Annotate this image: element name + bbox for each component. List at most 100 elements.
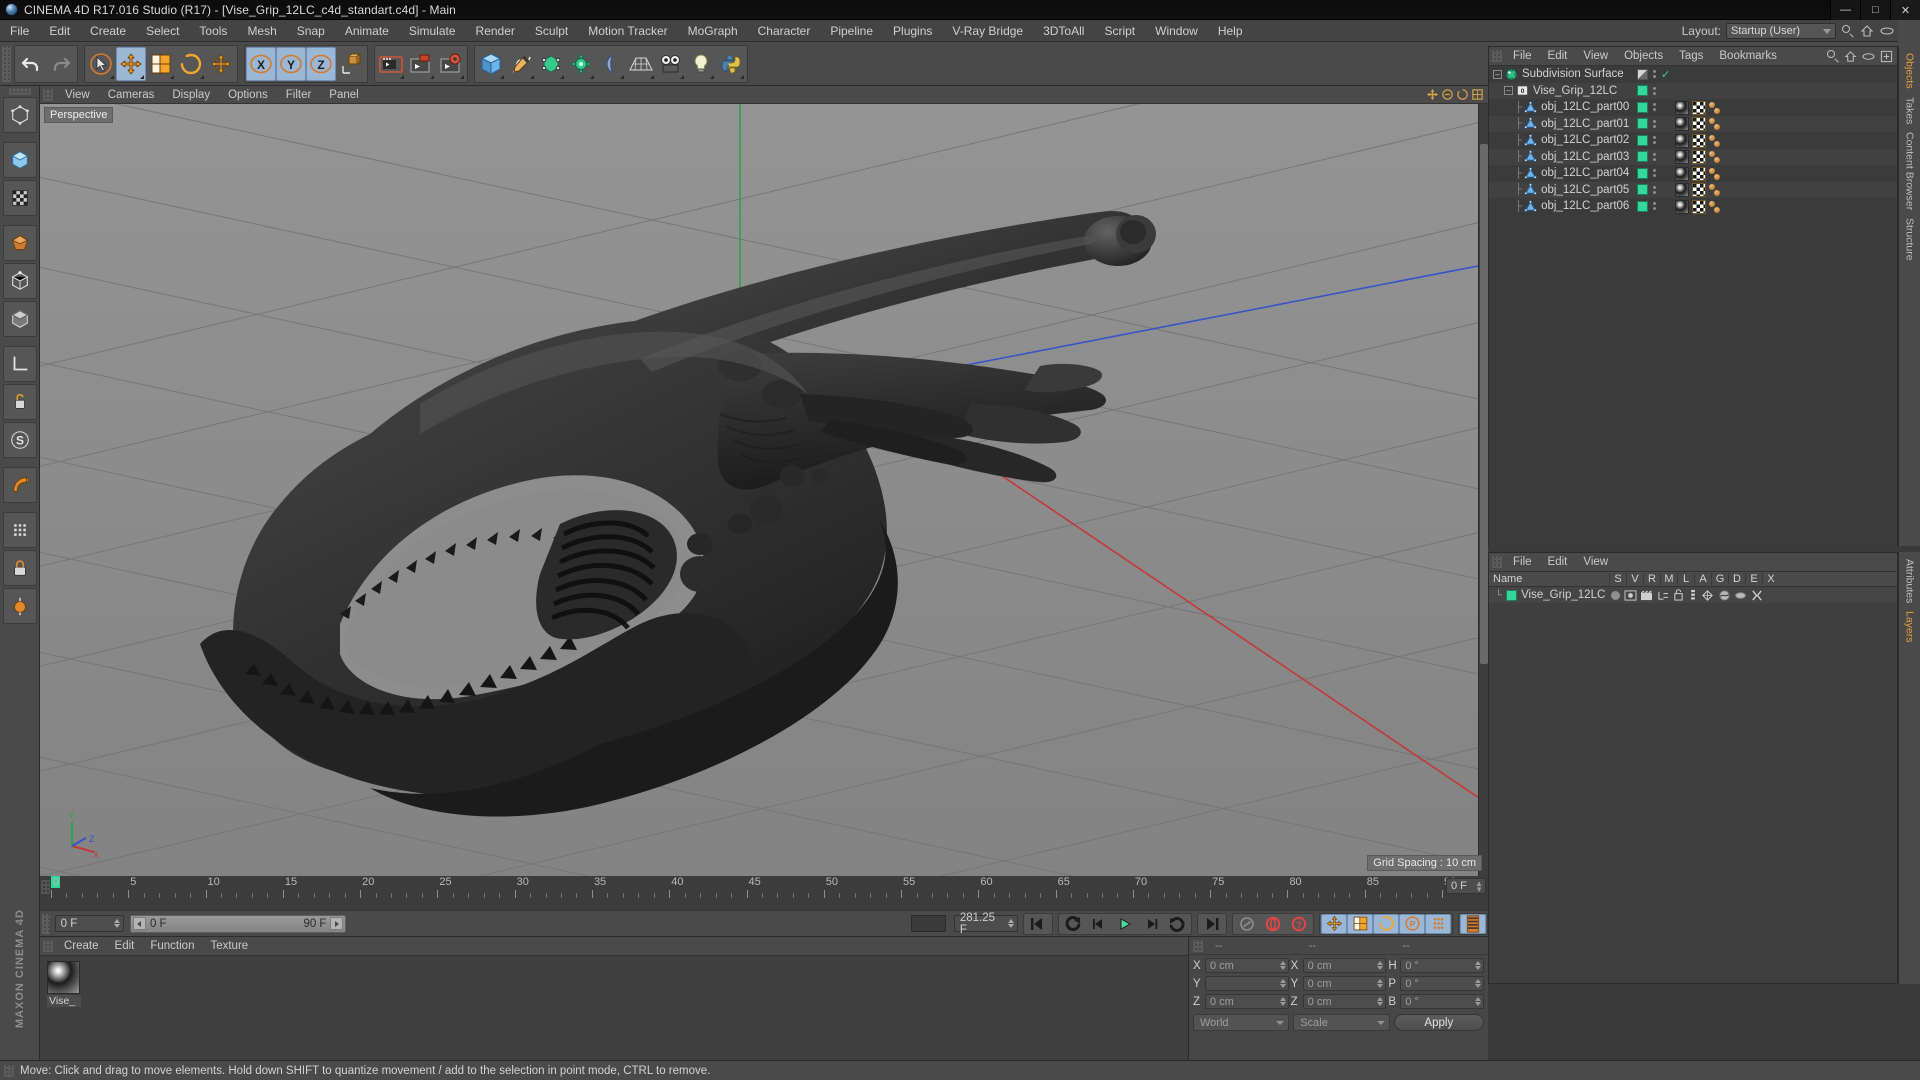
tree-expander-icon[interactable]: –: [1504, 86, 1513, 96]
fps-field[interactable]: 281.25 F: [953, 912, 1019, 936]
keyframe-help-button[interactable]: ?: [1286, 914, 1312, 934]
lock-x-axis-button[interactable]: X: [246, 46, 276, 81]
object-add-panel-icon[interactable]: [1880, 50, 1893, 63]
material-tag-icon[interactable]: [1675, 117, 1689, 131]
layer-render-icon[interactable]: [1640, 590, 1653, 601]
lock-z-axis-button[interactable]: Z: [306, 46, 336, 81]
move-axis-button[interactable]: [206, 47, 236, 81]
edges-mode-button[interactable]: [2, 263, 37, 299]
material-tag-icon[interactable]: [1675, 133, 1689, 148]
position-x-input[interactable]: 0 cm: [1205, 958, 1289, 973]
object-menu-bookmarks[interactable]: Bookmarks: [1711, 47, 1785, 66]
timeline-end-stepper[interactable]: ▲ ▼: [1475, 880, 1483, 894]
left-palette-grip[interactable]: [8, 88, 31, 95]
viewport-zoom-icon[interactable]: [1441, 88, 1454, 101]
workplane-button[interactable]: [2, 467, 37, 503]
viewport-menu-cameras[interactable]: Cameras: [99, 86, 164, 104]
layer-visible-icon[interactable]: [1624, 589, 1637, 601]
layout-dropdown[interactable]: Startup (User): [1726, 23, 1836, 39]
object-menu-file[interactable]: File: [1505, 47, 1540, 66]
material-menu-function[interactable]: Function: [142, 937, 202, 956]
object-tree[interactable]: – Subdivision Surface ✓ –0 Vise_Grip_12LC ├ ob…: [1489, 66, 1897, 547]
uvw-tag-icon[interactable]: [1692, 117, 1706, 131]
add-light-button[interactable]: [686, 47, 716, 81]
timeline-end-field[interactable]: 0 F ▲ ▼: [1446, 878, 1486, 894]
viewport-pan-icon[interactable]: [1426, 88, 1439, 101]
render-settings-button[interactable]: [436, 47, 466, 81]
uvw-tag-icon[interactable]: [1692, 166, 1706, 181]
undo-button[interactable]: [16, 47, 46, 81]
add-spline-button[interactable]: [506, 47, 536, 81]
layer-menu-view[interactable]: View: [1575, 553, 1616, 572]
selection-tag-icon[interactable]: [1709, 134, 1725, 148]
layer-col-a[interactable]: A: [1694, 573, 1711, 585]
object-visibility-dots-icon[interactable]: [1653, 185, 1656, 194]
layer-menu-edit[interactable]: Edit: [1540, 553, 1576, 572]
menu-item-script[interactable]: Script: [1094, 20, 1145, 42]
sidebar-tab-objects[interactable]: Objects: [1901, 49, 1919, 93]
keyframe-selection-button[interactable]: [1460, 913, 1487, 934]
tree-expander-icon[interactable]: –: [1493, 69, 1502, 79]
layer-col-s[interactable]: S: [1609, 573, 1626, 585]
home-icon[interactable]: [1860, 24, 1874, 38]
size-y-input[interactable]: 0 cm: [1302, 976, 1387, 991]
uvw-tag-icon[interactable]: [1692, 150, 1706, 164]
range-left-arrow-icon[interactable]: [132, 917, 146, 930]
menu-item-edit[interactable]: Edit: [39, 20, 80, 42]
object-enabled-swatch[interactable]: [1637, 101, 1648, 113]
material-tag-icon[interactable]: [1675, 166, 1689, 181]
object-visibility-dots-icon[interactable]: [1653, 103, 1656, 112]
lock-y-axis-button[interactable]: Y: [276, 46, 306, 81]
size-x-input[interactable]: 0 cm: [1302, 958, 1387, 973]
sidebar-tab-attributes[interactable]: Attributes: [1901, 555, 1919, 607]
object-manager-grip[interactable]: [1492, 50, 1502, 62]
add-deformer-button[interactable]: [566, 47, 596, 81]
loop-button[interactable]: [1164, 914, 1190, 934]
menu-item-animate[interactable]: Animate: [335, 20, 399, 42]
viewport-rotate-icon[interactable]: [1456, 88, 1469, 101]
polygons-mode-button[interactable]: [2, 301, 37, 337]
selection-tag-icon[interactable]: [1709, 101, 1725, 115]
layer-menu-file[interactable]: File: [1505, 553, 1540, 572]
live-selection-tool-button[interactable]: [86, 47, 116, 81]
object-menu-view[interactable]: View: [1575, 47, 1616, 66]
object-home-icon[interactable]: [1844, 50, 1857, 63]
material-tag-icon[interactable]: [1675, 183, 1689, 197]
layer-manager-grip[interactable]: [1492, 556, 1502, 568]
object-visibility-dots-icon[interactable]: [1653, 152, 1656, 161]
layer-deformer-icon[interactable]: [1718, 589, 1731, 602]
material-item[interactable]: Vise_: [47, 961, 81, 1007]
menu-item-pipeline[interactable]: Pipeline: [820, 20, 883, 42]
object-enabled-swatch[interactable]: [1637, 118, 1648, 130]
object-row[interactable]: ├ obj_12LC_part05: [1489, 181, 1897, 198]
position-z-input[interactable]: 0 cm: [1205, 994, 1289, 1009]
position-key-button[interactable]: [1321, 913, 1348, 934]
add-generator-button[interactable]: [536, 47, 566, 81]
maximize-button[interactable]: □: [1860, 0, 1890, 20]
search-icon[interactable]: [1841, 24, 1855, 38]
layer-expression-icon[interactable]: [1734, 590, 1747, 601]
workplane-tool-button[interactable]: [2, 588, 37, 624]
material-menu-create[interactable]: Create: [56, 937, 107, 956]
object-row[interactable]: ├ obj_12LC_part00: [1489, 99, 1897, 116]
python-script-button[interactable]: [716, 47, 746, 81]
menu-item-help[interactable]: Help: [1208, 20, 1253, 42]
close-button[interactable]: ✕: [1890, 0, 1920, 20]
layer-lock-icon[interactable]: [1673, 589, 1684, 601]
scale-tool-button[interactable]: [146, 47, 176, 81]
layer-col-g[interactable]: G: [1711, 573, 1728, 585]
uvw-tag-icon[interactable]: [1692, 100, 1706, 115]
layer-xpresso-icon[interactable]: [1751, 589, 1763, 602]
viewport-menu-grip[interactable]: [43, 88, 53, 101]
selection-tag-icon[interactable]: [1709, 150, 1725, 164]
ellipse-icon[interactable]: [1879, 25, 1895, 37]
viewport-menu-filter[interactable]: Filter: [277, 86, 321, 104]
enable-axis-button[interactable]: [2, 384, 37, 420]
selection-tag-icon[interactable]: [1709, 200, 1725, 214]
scale-key-button[interactable]: [1347, 913, 1374, 934]
object-enabled-swatch[interactable]: [1637, 151, 1648, 163]
object-enabled-swatch[interactable]: [1637, 167, 1648, 179]
world-object-coordinates-button[interactable]: [336, 47, 366, 81]
viewport-menu-view[interactable]: View: [56, 86, 99, 104]
viewport-menu-display[interactable]: Display: [163, 86, 219, 104]
